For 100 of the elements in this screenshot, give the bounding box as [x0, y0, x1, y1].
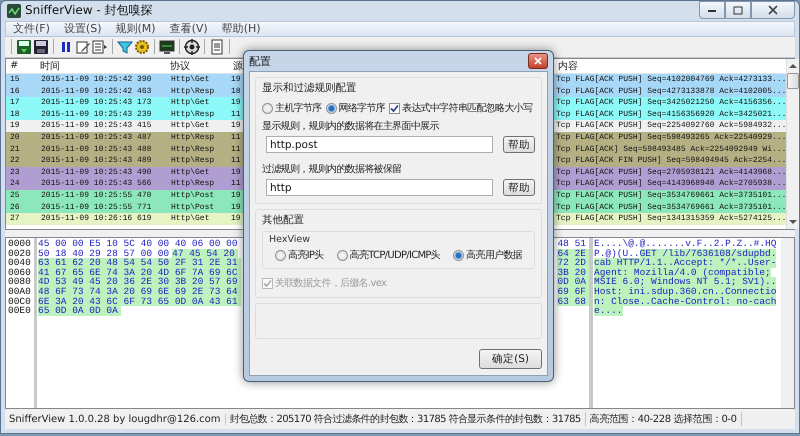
table-cell-text: 15: [9, 75, 21, 84]
hex-offset: 0020: [8, 248, 32, 258]
table-cell-text: 11: [230, 133, 242, 142]
table-cell-text: 23: [9, 168, 21, 177]
checkbox-label: 表达式中字符串匹配忽略大小写: [402, 102, 532, 115]
radio-label: 网络字节序: [338, 102, 386, 115]
table-cell-text: Tcp FLAG[ACK FIN PUSH] Seq=598494945 Ack=2254...: [555, 156, 786, 166]
table-cell-text: 2015-11-09 10:25:55 771: [40, 202, 152, 212]
table-cell-text: Http\Resp: [170, 144, 216, 154]
table-cell-text: Http\Resp: [170, 156, 216, 166]
status-text: 封包总数：205170 符合过滤条件的封包数：31785 符合显示条件的封包数：31785: [226, 412, 586, 426]
table-cell-text: 16: [9, 86, 21, 96]
radio-label: 高亮IP头: [288, 248, 324, 262]
table-cell-text: Http\Get: [170, 75, 210, 84]
table-cell-text: 2015-11-09 10:25:43 566: [40, 179, 152, 188]
hex-bytes: 0D 0A: [557, 277, 589, 287]
table-cell-text: Tcp FLAG[ACK PUSH] Seq=4156356920 Ack=3425021...: [555, 110, 786, 119]
ascii-text: P.@)(U..: [594, 248, 640, 258]
hex-bytes: 48 51: [557, 238, 587, 249]
dialog-title: 配置: [249, 54, 271, 68]
hex-bytes: 50 18 40 29 28 57 00 00: [38, 248, 170, 258]
group-title: 显示和过滤规则配置: [262, 81, 358, 95]
table-cell-text: 11: [230, 179, 242, 188]
hex-bytes: 47 45 54 20: [172, 248, 238, 258]
ascii-text: Host: ini.sdup.360.cn..Connectio: [594, 286, 776, 296]
hex-offset: 0040: [8, 258, 32, 268]
table-cell-text: 11: [230, 144, 242, 154]
table-cell-text: 20: [9, 133, 21, 142]
hex-offset: 00E0: [8, 306, 32, 316]
table-cell-text: 18: [9, 110, 21, 119]
table-cell-text: 2015-11-09 10:25:43 489: [40, 156, 152, 166]
table-cell-text: Http\Get: [170, 168, 210, 177]
hex-bytes: 65 0D 0A 0D 0A: [38, 306, 121, 316]
table-cell-text: 19: [230, 202, 242, 212]
ascii-text: E....\@.@.......v.F..2.P.Z..#.HQ: [594, 238, 776, 249]
window-title: SnifferView - 封包嗅探: [25, 2, 153, 20]
hex-offset: 0060: [8, 268, 32, 278]
ascii-text: e....: [594, 306, 623, 316]
table-cell-text: 18: [230, 86, 242, 96]
table-cell-text: 25: [9, 191, 21, 200]
table-cell-text: 24: [9, 179, 21, 188]
hex-offset: 0000: [8, 238, 32, 249]
field-label: 过滤规则，规则内的数据将被保留: [262, 162, 403, 176]
hex-offset: 00A0: [8, 286, 32, 296]
table-cell-text: Tcp FLAG[ACK PUSH] Seq=4143968948 Ack=2705938...: [555, 179, 786, 188]
ascii-text: MSIE 6.0; Windows NT 5.1; SV1)..: [594, 277, 776, 287]
table-cell-text: 2015-11-09 10:25:43 173: [40, 98, 152, 108]
status-text: 高亮范围：40-228 选择范围：0-0: [586, 412, 742, 426]
table-cell-text: 2015-11-09 10:25:43 490: [40, 168, 152, 177]
table-cell-text: 2015-11-09 10:25:42 390: [40, 75, 152, 84]
table-cell-text: Tcp FLAG[ACK PUSH] Seq=2254092760 Ack=5984932...: [555, 121, 786, 130]
table-cell-text: 2015-11-09 10:25:43 415: [40, 121, 152, 130]
checkbox-label: 关联数据文件，后缀名.vex: [275, 276, 386, 290]
table-cell-text: 19: [230, 75, 242, 84]
table-cell-text: Tcp FLAG[ACK PUSH] Seq=3534769661 Ack=3735101...: [555, 191, 786, 200]
table-cell-text: Tcp FLAG[ACK PUSH] Seq=598493265 Ack=22540929...: [555, 133, 786, 142]
table-cell-text: Tcp FLAG[ACK PUSH] Seq=2705938121 Ack=4143968...: [555, 168, 786, 177]
table-cell-text: Http\Get: [170, 121, 210, 130]
hex-bytes: 48 6F 73 74 3A 20 69 6E 69 2E 73 64: [38, 286, 241, 296]
radio-label: 高亮用户数据: [466, 248, 522, 262]
status-text: SnifferView 1.0.0.28 by lougdhr@126.com: [5, 414, 226, 425]
table-cell-text: Http\Get: [170, 98, 210, 108]
table-cell-text: 11: [230, 156, 242, 166]
hex-bytes: 41 67 65 6E 74 3A 20 4D 6F 7A 69 6C: [38, 268, 241, 278]
table-cell-text: 19: [230, 168, 242, 177]
table-cell-text: 11: [230, 110, 242, 119]
field-label: 显示规则，规则内的数据将在主界面中展示: [262, 120, 440, 133]
table-cell-text: Http\Resp: [170, 179, 216, 188]
ascii-text: GET /lib/7636108/sdupbd.: [640, 248, 776, 258]
table-cell-text: Http\Resp: [170, 110, 216, 119]
hex-bytes: 64 2E: [557, 248, 589, 258]
table-cell-text: 19: [230, 121, 242, 130]
table-cell-text: 2015-11-09 10:25:43 487: [40, 133, 152, 142]
hex-bytes: 72 2D: [557, 258, 589, 268]
ascii-text: Agent: Mozilla/4.0 (compatible;: [594, 268, 771, 278]
table-cell-text: Http\Post: [170, 191, 216, 200]
table-cell-text: Tcp FLAG[ACK PUSH] Seq=4102004769 Ack=4273133...: [555, 75, 786, 84]
radio-label: 高亮TCP/UDP/ICMP头: [350, 248, 440, 262]
table-cell-text: Tcp FLAG[ACK PUSH] Seq=4273133878 Ack=4102005...: [555, 86, 786, 96]
table-cell-text: 2015-11-09 10:26:16 619: [40, 214, 152, 224]
table-cell-text: 2015-11-09 10:25:42 463: [40, 86, 152, 96]
table-cell-text: Tcp FLAG[ACK PUSH] Seq=1341315359 Ack=5274125...: [555, 214, 786, 224]
hex-bytes: 4D 53 49 45 20 36 2E 30 3B 20 57 69: [38, 277, 241, 287]
ascii-text: n: Close..Cache-Control: no-cach: [594, 296, 776, 306]
hex-offset: 0080: [8, 277, 32, 287]
hex-bytes: 63 61 62 20 48 54 54 50 2F 31 2E 31: [38, 258, 241, 268]
table-cell-text: 27: [9, 214, 21, 224]
table-cell-text: 19: [230, 191, 242, 200]
table-cell-text: 2015-11-09 10:25:43 239: [40, 110, 152, 119]
ascii-text: cab HTTP/1.1..Accept: */*..User-: [594, 258, 776, 268]
group-title: HexView: [269, 234, 311, 245]
radio-label: 主机字节序: [275, 102, 322, 115]
table-cell-text: 21: [9, 144, 21, 154]
table-cell-text: 22: [9, 156, 21, 166]
table-cell-text: 19: [9, 121, 21, 130]
table-cell-text: Http\Get: [170, 214, 210, 224]
group-title: 其他配置: [262, 213, 305, 227]
table-cell-text: 2015-11-09 10:25:43 488: [40, 144, 152, 154]
table-cell-text: Http\Resp: [170, 86, 216, 96]
table-cell-text: 19: [230, 214, 242, 224]
